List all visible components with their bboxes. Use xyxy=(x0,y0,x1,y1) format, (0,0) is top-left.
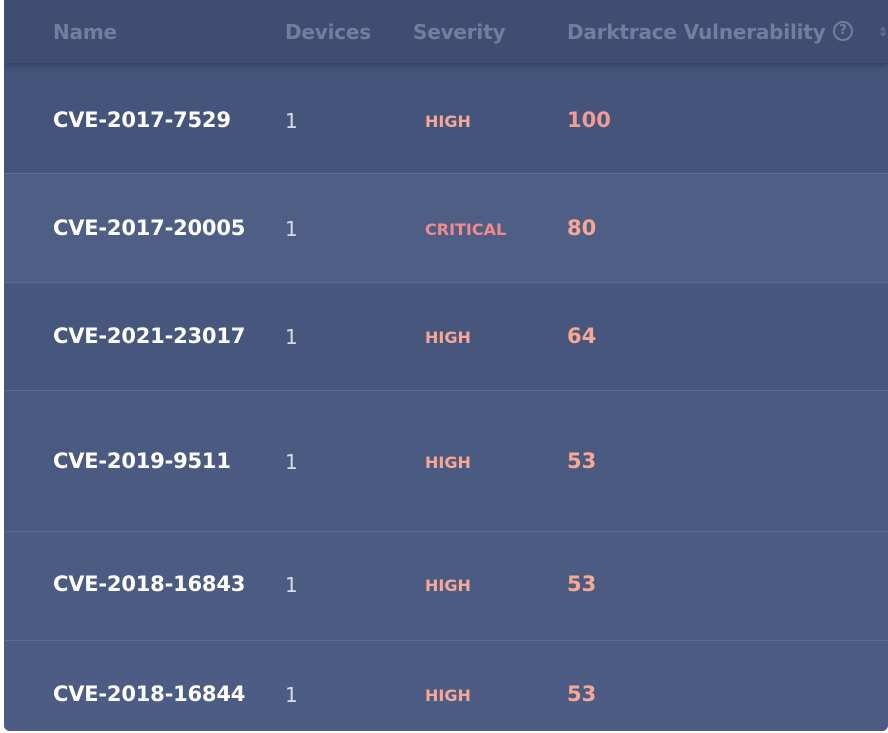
severity-badge: HIGH xyxy=(425,686,471,705)
severity-badge: CRITICAL xyxy=(425,220,507,239)
table-row[interactable]: CVE-2019-9511 1 HIGH 53 xyxy=(4,391,888,532)
vulnerability-score: 80 xyxy=(567,216,597,240)
cve-name[interactable]: CVE-2018-16843 xyxy=(53,572,245,596)
cve-name[interactable]: CVE-2017-7529 xyxy=(53,108,231,132)
vulnerability-score: 53 xyxy=(567,449,597,473)
device-count: 1 xyxy=(285,450,298,474)
column-header-devices[interactable]: Devices xyxy=(285,20,371,44)
device-count: 1 xyxy=(285,217,298,241)
cve-name[interactable]: CVE-2021-23017 xyxy=(53,324,245,348)
table-row[interactable]: CVE-2017-7529 1 HIGH 100 xyxy=(4,63,888,174)
table-row[interactable]: CVE-2017-20005 1 CRITICAL 80 xyxy=(4,174,888,283)
cve-name[interactable]: CVE-2018-16844 xyxy=(53,682,245,706)
table-row[interactable]: CVE-2018-16843 1 HIGH 53 xyxy=(4,532,888,641)
vulnerability-score: 100 xyxy=(567,108,611,132)
column-header-vulnerability[interactable]: Darktrace Vulnerability xyxy=(567,20,826,44)
column-header-severity[interactable]: Severity xyxy=(413,20,505,44)
vulnerability-score: 64 xyxy=(567,324,597,348)
table-row[interactable]: CVE-2021-23017 1 HIGH 64 xyxy=(4,283,888,391)
severity-badge: HIGH xyxy=(425,112,471,131)
vulnerability-score: 53 xyxy=(567,572,597,596)
help-icon[interactable]: ? xyxy=(833,21,853,41)
severity-badge: HIGH xyxy=(425,328,471,347)
table-row[interactable]: CVE-2018-16844 1 HIGH 53 xyxy=(4,641,888,731)
device-count: 1 xyxy=(285,109,298,133)
device-count: 1 xyxy=(285,683,298,707)
vulnerability-table: Name Devices Severity Darktrace Vulnerab… xyxy=(4,0,888,731)
sort-icon[interactable]: ⇕ xyxy=(878,27,888,37)
column-header-name[interactable]: Name xyxy=(53,20,117,44)
vulnerability-score: 53 xyxy=(567,682,597,706)
device-count: 1 xyxy=(285,573,298,597)
cve-name[interactable]: CVE-2019-9511 xyxy=(53,449,231,473)
device-count: 1 xyxy=(285,325,298,349)
severity-badge: HIGH xyxy=(425,576,471,595)
severity-badge: HIGH xyxy=(425,453,471,472)
table-header: Name Devices Severity Darktrace Vulnerab… xyxy=(4,0,888,63)
cve-name[interactable]: CVE-2017-20005 xyxy=(53,216,245,240)
